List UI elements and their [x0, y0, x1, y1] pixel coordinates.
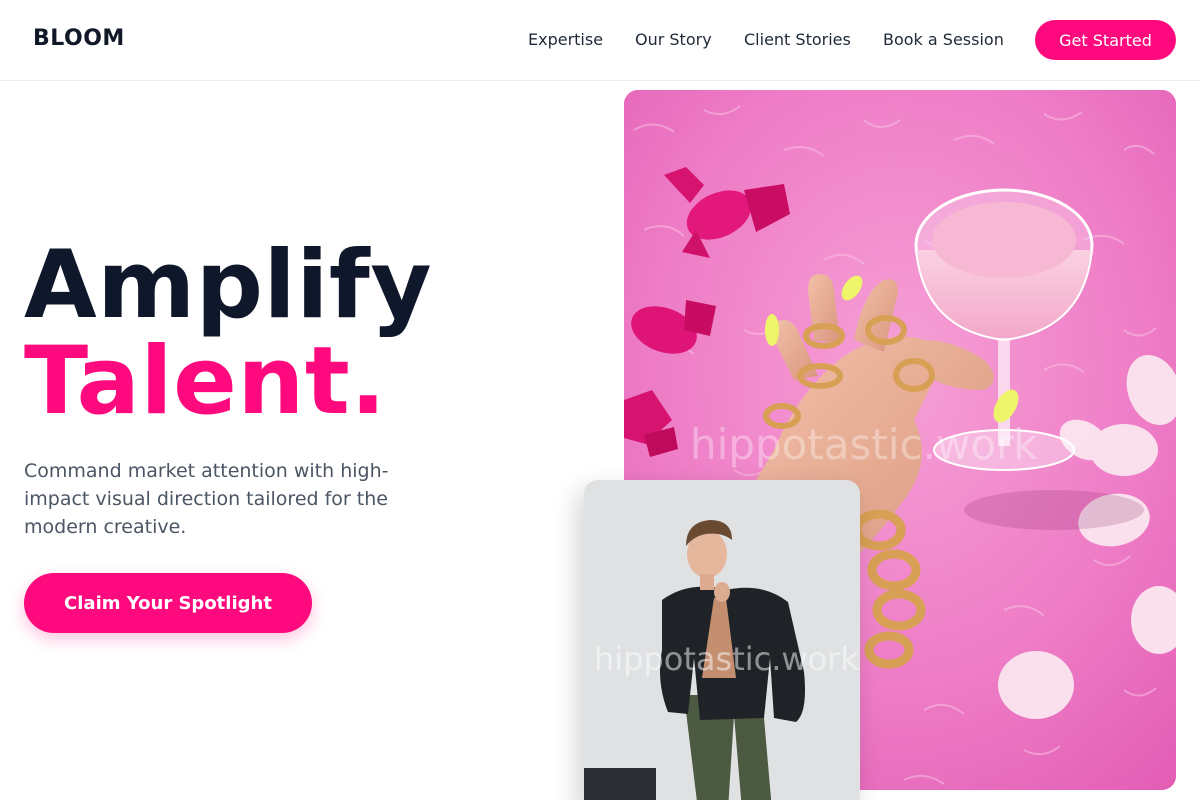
hero-secondary-image: hippotastic.work: [584, 480, 860, 800]
nav-link-book-session[interactable]: Book a Session: [883, 30, 1004, 49]
nav-link-client-stories[interactable]: Client Stories: [744, 30, 851, 49]
site-header: BLOOM Expertise Our Story Client Stories…: [0, 0, 1200, 81]
hero-title-line2: Talent.: [24, 327, 387, 436]
nav-link-expertise[interactable]: Expertise: [528, 30, 603, 49]
claim-spotlight-button[interactable]: Claim Your Spotlight: [24, 573, 312, 633]
nav-link-our-story[interactable]: Our Story: [635, 30, 712, 49]
image-watermark-secondary: hippotastic.work: [594, 640, 859, 678]
get-started-button[interactable]: Get Started: [1035, 20, 1176, 60]
hero-title: Amplify Talent.: [24, 238, 432, 430]
main-nav: Expertise Our Story Client Stories Book …: [0, 30, 1200, 50]
hero-subtitle: Command market attention with high-impac…: [24, 460, 389, 538]
hero-title-line1: Amplify: [24, 231, 433, 340]
image-watermark: hippotastic.work: [690, 420, 1038, 469]
